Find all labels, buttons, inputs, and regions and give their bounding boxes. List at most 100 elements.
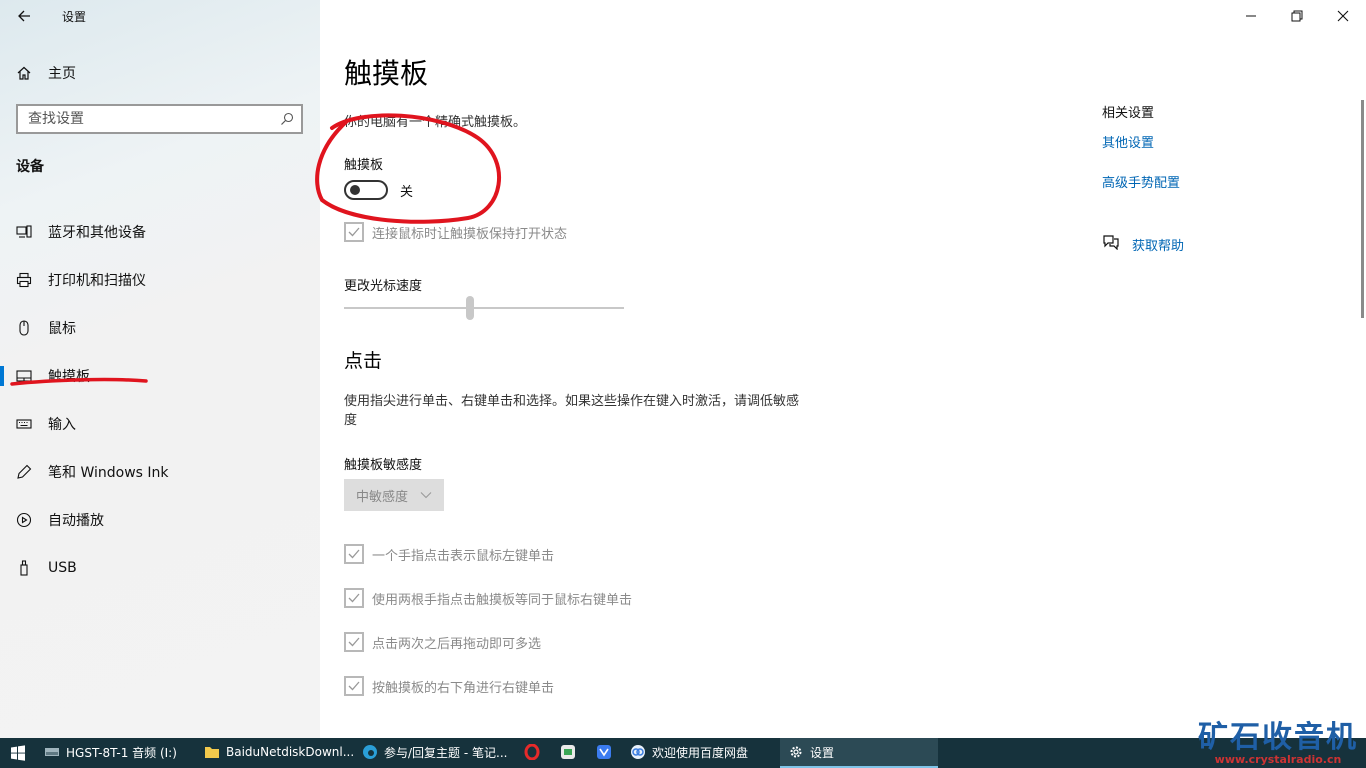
- home-nav-item[interactable]: 主页: [16, 62, 76, 84]
- keyboard-icon: [16, 416, 32, 432]
- sensitivity-value: 中敏感度: [356, 489, 409, 505]
- checkbox-label: 点击两次之后再拖动即可多选: [372, 636, 542, 652]
- touchpad-toggle[interactable]: 关: [344, 180, 413, 200]
- taskbar-item-feishu[interactable]: [586, 738, 622, 768]
- two-finger-tap-checkbox[interactable]: 使用两根手指点击触摸板等同于鼠标右键单击: [344, 588, 632, 608]
- sensitivity-label: 触摸板敏感度: [344, 458, 423, 473]
- related-settings: 相关设置 其他设置 高级手势配置: [1102, 102, 1342, 191]
- settings-sidebar: 设置 主页 设备 蓝牙和其他设备 打印机和扫描仪: [0, 0, 320, 738]
- chat-help-icon: [1102, 234, 1120, 254]
- taskbar-item-drive[interactable]: HGST-8T-1 音频 (I:): [36, 738, 196, 768]
- settings-search-box[interactable]: [16, 104, 303, 134]
- sidebar-item-touchpad[interactable]: 触摸板: [0, 352, 320, 400]
- checkbox-label: 按触摸板的右下角进行右键单击: [372, 680, 555, 696]
- cursor-speed-slider[interactable]: [344, 296, 624, 320]
- drive-icon: [44, 744, 60, 760]
- home-label: 主页: [48, 66, 76, 82]
- vertical-scrollbar[interactable]: [1361, 100, 1364, 318]
- sidebar-item-label: 触摸板: [48, 369, 90, 385]
- back-arrow-icon[interactable]: [10, 4, 38, 28]
- search-icon[interactable]: [279, 111, 295, 127]
- sidebar-item-usb[interactable]: USB: [0, 544, 320, 592]
- taskbar-item-browser[interactable]: 参与/回复主题 - 笔记...: [354, 738, 514, 768]
- checkbox-label: 一个手指点击表示鼠标左键单击: [372, 548, 555, 564]
- folder-icon: [204, 744, 220, 760]
- toggle-switch[interactable]: [344, 180, 388, 200]
- sidebar-item-typing[interactable]: 输入: [0, 400, 320, 448]
- taskbar-item-label: BaiduNetdiskDownl...: [226, 745, 354, 759]
- mouse-icon: [16, 320, 32, 336]
- minimize-icon[interactable]: [1228, 0, 1274, 32]
- advanced-gestures-link[interactable]: 高级手势配置: [1102, 172, 1342, 191]
- touchpad-toggle-label: 触摸板: [344, 158, 384, 173]
- taskbar-item-settings[interactable]: 设置: [780, 738, 938, 768]
- autoplay-icon: [16, 512, 32, 528]
- taskbar-item-baidu[interactable]: 欢迎使用百度网盘: [622, 738, 780, 768]
- pen-icon: [16, 464, 32, 480]
- close-icon[interactable]: [1320, 0, 1366, 32]
- taskbar: HGST-8T-1 音频 (I:) BaiduNetdiskDownl... 参…: [0, 722, 1366, 768]
- opera-icon: [524, 744, 540, 760]
- sidebar-item-autoplay[interactable]: 自动播放: [0, 496, 320, 544]
- printer-icon: [16, 272, 32, 288]
- other-settings-link[interactable]: 其他设置: [1102, 132, 1342, 151]
- settings-main-pane: 触摸板 你的电脑有一个精确式触摸板。 触摸板 关 连接鼠标时让触摸板保持打开状态…: [320, 0, 1366, 738]
- windows-start-icon[interactable]: [0, 738, 36, 768]
- taskbar-item-label: HGST-8T-1 音频 (I:): [66, 745, 177, 760]
- watermark-title: 矿石收音机: [1198, 720, 1358, 755]
- bottom-right-click-checkbox[interactable]: 按触摸板的右下角进行右键单击: [344, 676, 554, 696]
- checkbox-label: 使用两根手指点击触摸板等同于鼠标右键单击: [372, 592, 633, 608]
- checkbox-box[interactable]: [344, 222, 364, 242]
- sidebar-item-mouse[interactable]: 鼠标: [0, 304, 320, 352]
- taskbar-item-label: 设置: [810, 745, 835, 760]
- gear-icon: [788, 744, 804, 760]
- page-title: 触摸板: [344, 57, 429, 90]
- slider-thumb[interactable]: [466, 296, 474, 320]
- checkbox-box[interactable]: [344, 588, 364, 608]
- bluetooth-devices-icon: [16, 224, 32, 240]
- taskbar-item-label: 参与/回复主题 - 笔记...: [384, 745, 508, 760]
- related-settings-title: 相关设置: [1102, 106, 1155, 121]
- usb-icon: [16, 560, 32, 576]
- sidebar-item-label: 笔和 Windows Ink: [48, 465, 169, 481]
- checkbox-box[interactable]: [344, 632, 364, 652]
- get-help-label: 获取帮助: [1132, 238, 1185, 254]
- tap-twice-drag-checkbox[interactable]: 点击两次之后再拖动即可多选: [344, 632, 541, 652]
- taskbar-item-opera[interactable]: [514, 738, 550, 768]
- sidebar-item-label: 鼠标: [48, 321, 76, 337]
- home-icon: [16, 65, 32, 81]
- sidebar-item-printers[interactable]: 打印机和扫描仪: [0, 256, 320, 304]
- get-help-link[interactable]: 获取帮助: [1102, 234, 1184, 254]
- baidu-netdisk-icon: [630, 744, 646, 760]
- one-finger-tap-checkbox[interactable]: 一个手指点击表示鼠标左键单击: [344, 544, 554, 564]
- taskbar-item-label: 欢迎使用百度网盘: [652, 745, 749, 760]
- sidebar-item-label: 自动播放: [48, 513, 104, 529]
- checkbox-box[interactable]: [344, 676, 364, 696]
- wechat-icon: [560, 744, 576, 760]
- feishu-icon: [596, 744, 612, 760]
- checkbox-label: 连接鼠标时让触摸板保持打开状态: [372, 226, 568, 242]
- toggle-state-text: 关: [400, 184, 414, 200]
- taps-section-title: 点击: [344, 350, 383, 372]
- window-controls: [1228, 0, 1366, 32]
- chevron-down-icon: [420, 487, 432, 503]
- sidebar-item-bluetooth[interactable]: 蓝牙和其他设备: [0, 208, 320, 256]
- touchpad-description: 你的电脑有一个精确式触摸板。: [344, 115, 527, 130]
- sidebar-item-label: 打印机和扫描仪: [48, 273, 146, 289]
- sidebar-item-label: USB: [48, 560, 77, 576]
- device-nav-list: 蓝牙和其他设备 打印机和扫描仪 鼠标 触摸板 输入 笔和 Windows Ink…: [0, 208, 320, 592]
- sidebar-item-pen[interactable]: 笔和 Windows Ink: [0, 448, 320, 496]
- watermark-url: www.crystalradio.cn: [1214, 753, 1342, 766]
- sensitivity-dropdown[interactable]: 中敏感度: [344, 479, 444, 511]
- keep-on-with-mouse-checkbox[interactable]: 连接鼠标时让触摸板保持打开状态: [344, 222, 567, 242]
- taskbar-item-wechat[interactable]: [550, 738, 586, 768]
- edge-browser-icon: [362, 744, 378, 760]
- taps-description: 使用指尖进行单击、右键单击和选择。如果这些操作在键入时激活，请调低敏感度: [344, 394, 800, 428]
- sidebar-item-label: 输入: [48, 417, 76, 433]
- restore-icon[interactable]: [1274, 0, 1320, 32]
- section-title: 设备: [16, 159, 44, 175]
- touchpad-icon: [16, 368, 32, 384]
- search-input[interactable]: [28, 111, 268, 127]
- checkbox-box[interactable]: [344, 544, 364, 564]
- taskbar-item-folder[interactable]: BaiduNetdiskDownl...: [196, 738, 354, 768]
